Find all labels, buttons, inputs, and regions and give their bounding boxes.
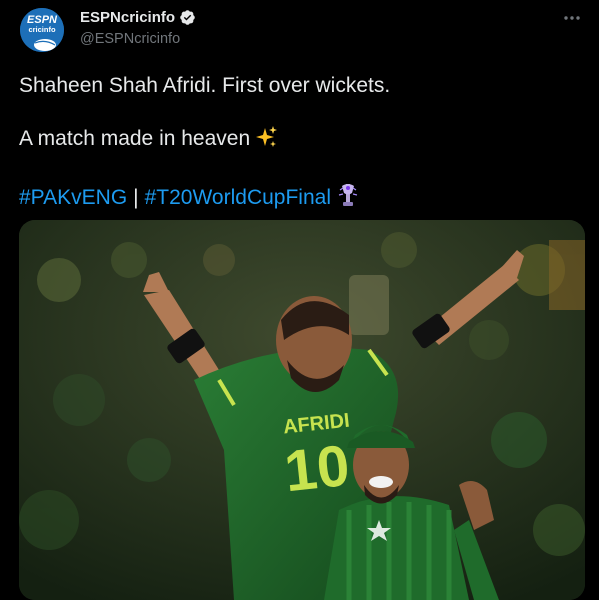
author-block: ESPNcricinfo @ESPNcricinfo (80, 9, 196, 47)
player-celebration-photo: AFRIDI 10 (19, 220, 585, 600)
verified-badge-icon (179, 9, 196, 26)
hashtag-t20worldcupfinal-link[interactable]: #T20WorldCupFinal (145, 186, 331, 209)
display-name[interactable]: ESPNcricinfo (80, 10, 175, 25)
more-options-button[interactable] (561, 10, 583, 26)
sparkles-icon (256, 125, 278, 157)
tweet-line-3: #PAKvENG | #T20WorldCupFinal (19, 182, 583, 216)
tweet-photo[interactable]: AFRIDI 10 (19, 220, 585, 600)
more-horizontal-icon (564, 16, 580, 20)
tweet-line-2-text: A match made in heaven (19, 127, 251, 150)
tweet-line-2: A match made in heaven (19, 125, 583, 157)
tweet-text: Shaheen Shah Afridi. First over wickets.… (19, 72, 583, 216)
avatar-logo-text-bottom: cricinfo (28, 25, 56, 34)
tweet-card: ESPN cricinfo ESPNcricinfo @ESPNcricinfo (0, 0, 599, 600)
trophy-icon (337, 182, 359, 216)
hashtag-pakveng-link[interactable]: #PAKvENG (19, 186, 127, 209)
handle[interactable]: @ESPNcricinfo (80, 32, 196, 47)
avatar[interactable]: ESPN cricinfo (20, 8, 64, 52)
jersey-number-text: 10 (281, 433, 352, 504)
espncricinfo-logo: ESPN cricinfo (20, 8, 64, 52)
hashtag-separator: | (133, 186, 139, 209)
tweet-line-1: Shaheen Shah Afridi. First over wickets. (19, 74, 391, 97)
